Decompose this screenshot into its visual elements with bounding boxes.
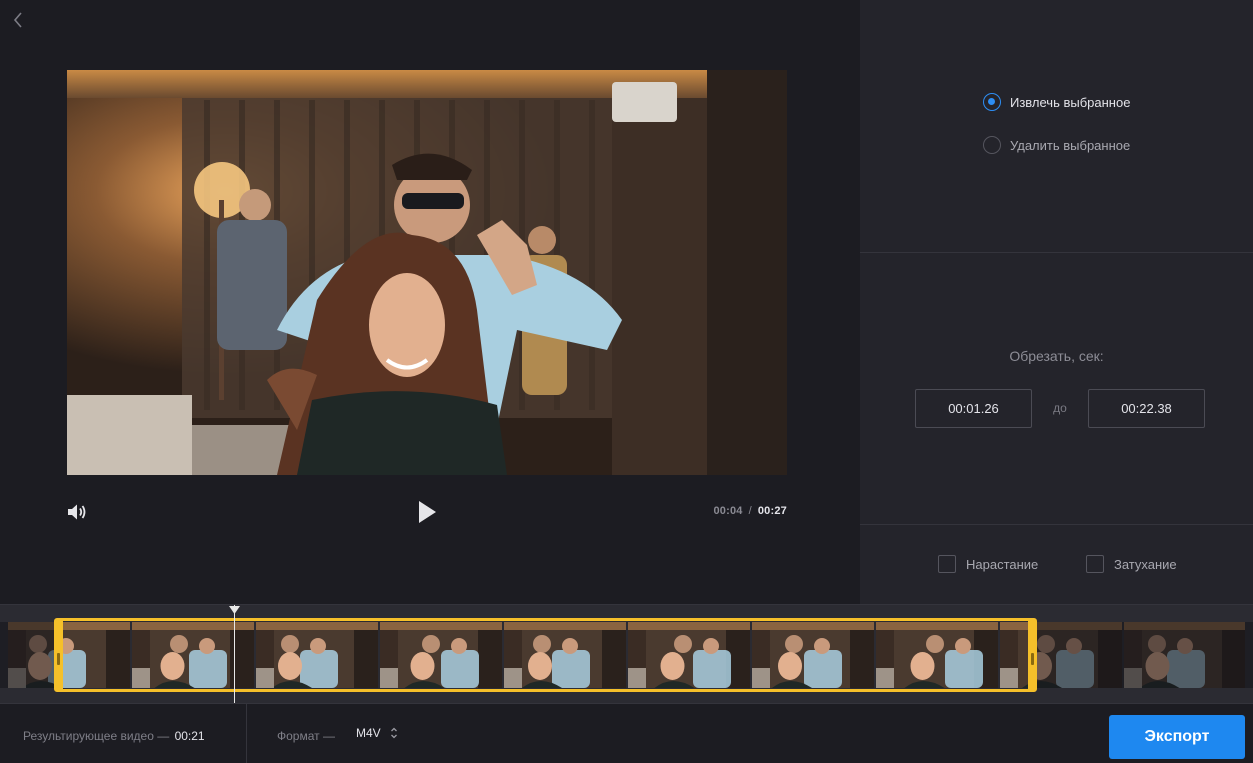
time-readout: 00:04 / 00:27	[713, 505, 787, 517]
mode-section: Извлечь выбранное Удалить выбранное	[860, 0, 1253, 253]
fade-in-checkbox[interactable]: Нарастание	[938, 555, 1038, 573]
footer-bar: Результирующее видео — 00:21 Формат — M4…	[0, 703, 1253, 763]
export-button[interactable]: Экспорт	[1109, 715, 1245, 759]
selection-end-handle[interactable]	[1031, 653, 1034, 665]
play-button[interactable]	[414, 498, 440, 526]
result-duration: Результирующее видео — 00:21	[23, 729, 205, 743]
selection-range[interactable]	[54, 618, 1037, 692]
video-cutter-app: 00:04 / 00:27 Извлечь выбранное Удалить вы…	[0, 0, 1253, 763]
checkbox-label: Затухание	[1114, 556, 1177, 572]
radio-label: Извлечь выбранное	[1010, 94, 1131, 110]
format-select[interactable]: M4V	[356, 726, 398, 740]
fade-section: Нарастание Затухание	[860, 525, 1253, 604]
footer-divider	[246, 704, 247, 763]
back-button[interactable]	[8, 8, 28, 32]
settings-pane: Извлечь выбранное Удалить выбранное Обре…	[860, 0, 1253, 604]
current-time: 00:04	[713, 505, 743, 517]
checkbox-box	[1086, 555, 1104, 573]
trim-to-label: до	[1053, 401, 1067, 415]
play-icon	[419, 501, 436, 523]
result-value: 00:21	[174, 729, 205, 743]
video-preview[interactable]	[67, 70, 787, 475]
trim-section: Обрезать, сек: 00:01.26 до 00:22.38	[860, 253, 1253, 525]
fade-out-checkbox[interactable]: Затухание	[1086, 555, 1177, 573]
trim-title: Обрезать, сек:	[1009, 348, 1104, 364]
format-label: Формат —	[277, 729, 335, 743]
trim-end-input[interactable]: 00:22.38	[1088, 389, 1205, 428]
volume-button[interactable]	[65, 500, 89, 524]
radio-indicator	[983, 93, 1001, 111]
playhead-line	[234, 605, 235, 704]
result-label: Результирующее видео —	[23, 729, 170, 743]
chevron-left-icon	[13, 12, 22, 28]
radio-delete-selected[interactable]: Удалить выбранное	[983, 136, 1130, 154]
checkbox-box	[938, 555, 956, 573]
radio-extract-selected[interactable]: Извлечь выбранное	[983, 93, 1130, 111]
radio-indicator	[983, 136, 1001, 154]
total-time: 00:27	[757, 505, 787, 517]
selection-start-handle[interactable]	[57, 653, 60, 665]
unselected-region-right	[1035, 622, 1253, 688]
checkbox-label: Нарастание	[966, 556, 1039, 572]
time-separator: /	[748, 505, 752, 517]
volume-icon	[68, 504, 86, 520]
playhead-handle[interactable]	[229, 606, 240, 615]
preview-pane: 00:04 / 00:27	[0, 0, 860, 604]
unselected-region-left	[0, 622, 54, 688]
up-down-arrows-icon	[390, 727, 397, 739]
trim-start-input[interactable]: 00:01.26	[915, 389, 1032, 428]
radio-label: Удалить выбранное	[1010, 137, 1131, 153]
video-frame-image	[67, 70, 787, 475]
timeline[interactable]	[0, 604, 1253, 704]
format-value: M4V	[356, 726, 381, 740]
